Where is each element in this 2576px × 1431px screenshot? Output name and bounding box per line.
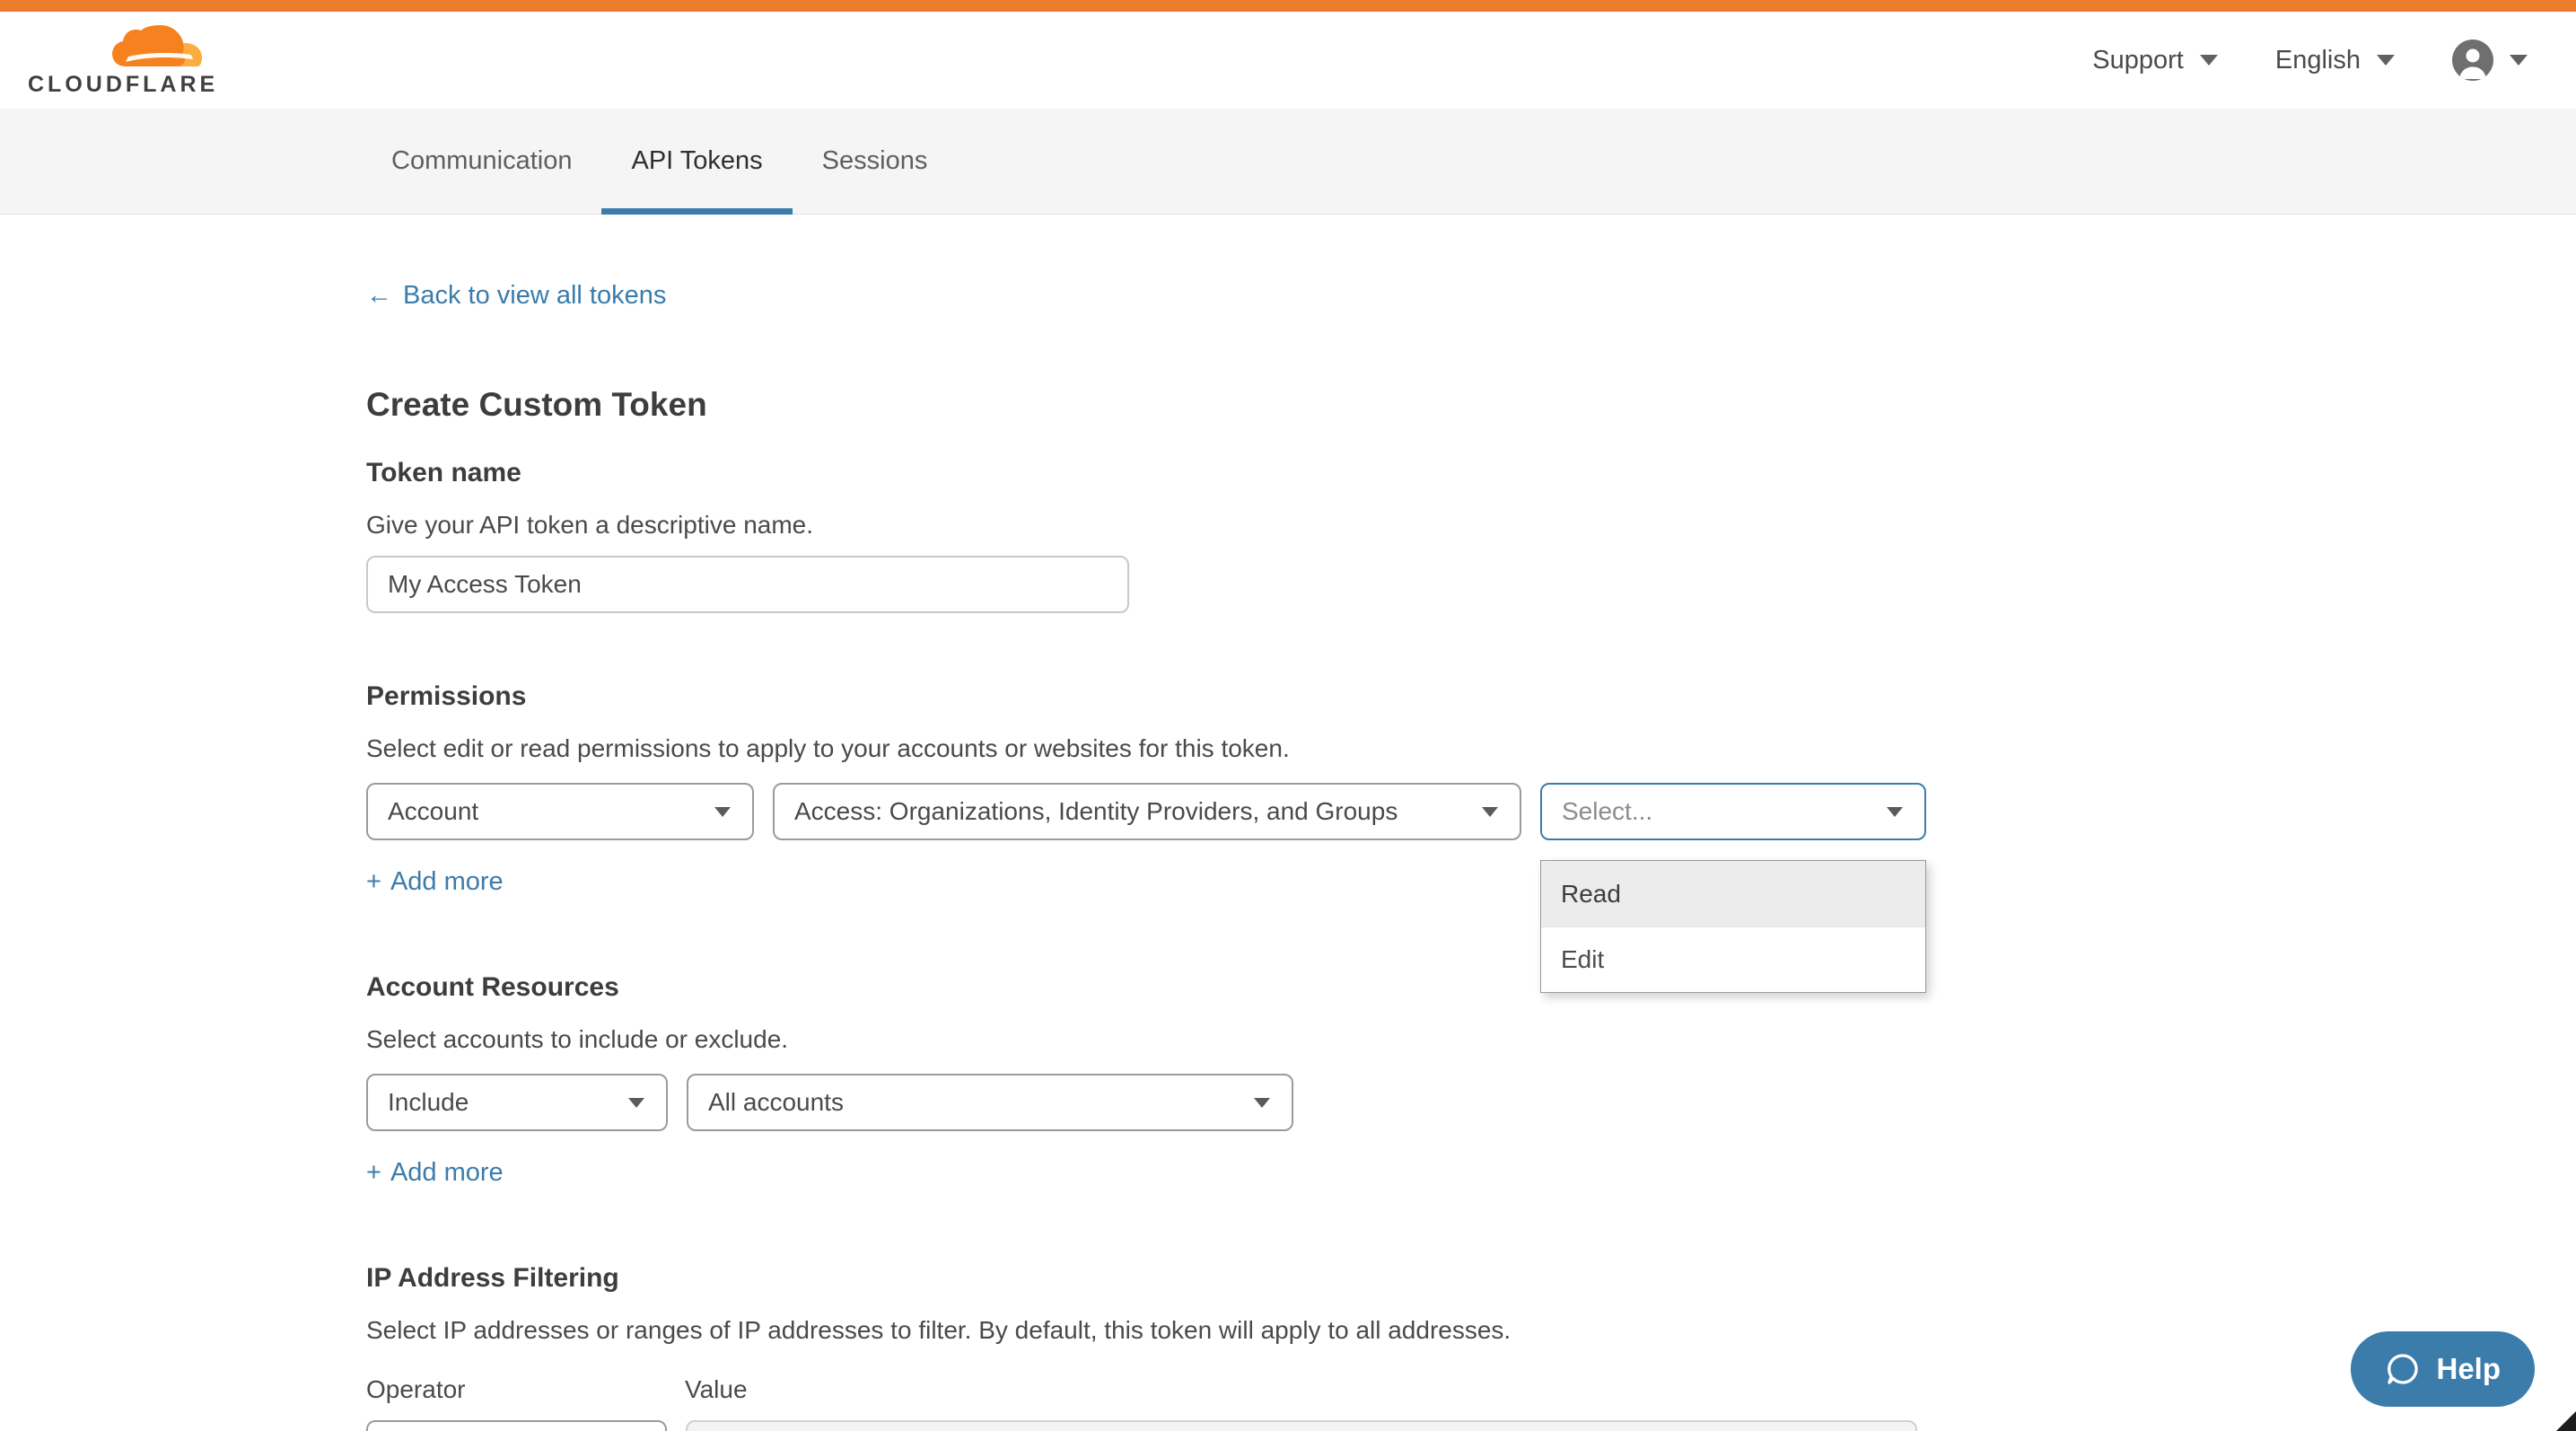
permission-level-wrap: Select... Read Edit (1540, 783, 1926, 840)
permissions-description: Select edit or read permissions to apply… (366, 734, 2298, 763)
chat-bubble-icon (2385, 1351, 2421, 1387)
resource-accounts-select[interactable]: All accounts (687, 1074, 1293, 1131)
chevron-down-icon (1254, 1098, 1270, 1108)
chevron-down-icon (1887, 807, 1903, 817)
permission-level-select[interactable]: Select... (1540, 783, 1926, 840)
language-menu[interactable]: English (2275, 46, 2395, 75)
dropdown-option-edit[interactable]: Edit (1541, 926, 1925, 992)
back-to-tokens-link[interactable]: ← Back to view all tokens (366, 281, 666, 311)
add-more-account-resource-link[interactable]: + Add more (366, 1158, 504, 1188)
profile-tabbar: Communication API Tokens Sessions (0, 109, 2576, 215)
header-controls: Support English (2092, 40, 2528, 81)
plus-icon: + (366, 867, 381, 897)
chevron-down-icon (2200, 55, 2218, 66)
header: CLOUDFLARE Support English (0, 12, 2576, 109)
option-label: Edit (1561, 945, 1604, 974)
ip-filter-row: Select... (366, 1420, 2298, 1431)
chevron-down-icon (1482, 807, 1498, 817)
cloudflare-wordmark: CLOUDFLARE (28, 72, 211, 98)
page-title: Create Custom Token (366, 386, 2298, 424)
option-label: Read (1561, 880, 1621, 909)
ip-field-labels: Operator Value (366, 1375, 2298, 1404)
tab-label: API Tokens (631, 146, 762, 176)
operator-label: Operator (366, 1375, 685, 1404)
account-menu[interactable] (2452, 40, 2528, 81)
permission-row: Account Access: Organizations, Identity … (366, 783, 2298, 840)
permission-scope-value: Account (388, 797, 478, 826)
plus-icon: + (366, 1158, 381, 1188)
account-resources-heading: Account Resources (366, 972, 2298, 1003)
tab-label: Sessions (822, 146, 928, 176)
chevron-down-icon (2510, 55, 2528, 66)
chevron-down-icon (2377, 55, 2395, 66)
user-avatar-icon (2452, 40, 2493, 81)
resource-mode-value: Include (388, 1088, 469, 1117)
mouse-cursor-artifact (2556, 1411, 2576, 1431)
dropdown-option-read[interactable]: Read (1541, 861, 1925, 926)
ip-filtering-description: Select IP addresses or ranges of IP addr… (366, 1316, 2298, 1345)
account-resources-row: Include All accounts (366, 1074, 2298, 1131)
tab-sessions[interactable]: Sessions (793, 109, 958, 214)
token-name-heading: Token name (366, 458, 2298, 488)
cloudflare-logo[interactable]: CLOUDFLARE (28, 23, 211, 98)
back-link-label: Back to view all tokens (403, 281, 666, 311)
account-resources-description: Select accounts to include or exclude. (366, 1025, 2298, 1054)
support-menu[interactable]: Support (2092, 46, 2218, 75)
permissions-heading: Permissions (366, 681, 2298, 712)
add-more-label: Add more (390, 867, 504, 897)
language-menu-label: English (2275, 46, 2361, 75)
add-more-permission-link[interactable]: + Add more (366, 867, 504, 897)
resource-mode-select[interactable]: Include (366, 1074, 668, 1131)
chevron-down-icon (628, 1098, 644, 1108)
chevron-down-icon (714, 807, 731, 817)
permission-resource-select[interactable]: Access: Organizations, Identity Provider… (773, 783, 1521, 840)
ip-filtering-section: IP Address Filtering Select IP addresses… (366, 1263, 2298, 1431)
token-name-description: Give your API token a descriptive name. (366, 511, 2298, 540)
tab-api-tokens[interactable]: API Tokens (601, 109, 792, 214)
ip-value-input[interactable] (686, 1420, 1917, 1431)
permission-resource-value: Access: Organizations, Identity Provider… (794, 797, 1398, 826)
tab-label: Communication (391, 146, 572, 176)
token-name-input[interactable] (366, 556, 1129, 613)
avatar (2452, 40, 2493, 81)
cloudflare-cloud-icon (110, 23, 211, 70)
ip-filtering-heading: IP Address Filtering (366, 1263, 2298, 1294)
add-more-label: Add more (390, 1158, 504, 1188)
tab-communication[interactable]: Communication (362, 109, 601, 214)
resource-accounts-value: All accounts (708, 1088, 844, 1117)
permission-level-dropdown-menu: Read Edit (1540, 860, 1926, 993)
token-name-section: Token name Give your API token a descrip… (366, 458, 2298, 613)
help-button[interactable]: Help (2351, 1331, 2535, 1407)
help-button-label: Help (2436, 1352, 2501, 1386)
create-token-page: ← Back to view all tokens Create Custom … (0, 215, 2298, 1431)
back-arrow-icon: ← (366, 281, 392, 311)
permission-scope-select[interactable]: Account (366, 783, 754, 840)
value-label: Value (685, 1375, 748, 1404)
permission-level-placeholder: Select... (1562, 797, 1652, 826)
permissions-section: Permissions Select edit or read permissi… (366, 681, 2298, 897)
support-menu-label: Support (2092, 46, 2184, 75)
ip-operator-select[interactable]: Select... (366, 1420, 667, 1431)
brand-accent-bar (0, 0, 2576, 12)
account-resources-section: Account Resources Select accounts to inc… (366, 972, 2298, 1188)
